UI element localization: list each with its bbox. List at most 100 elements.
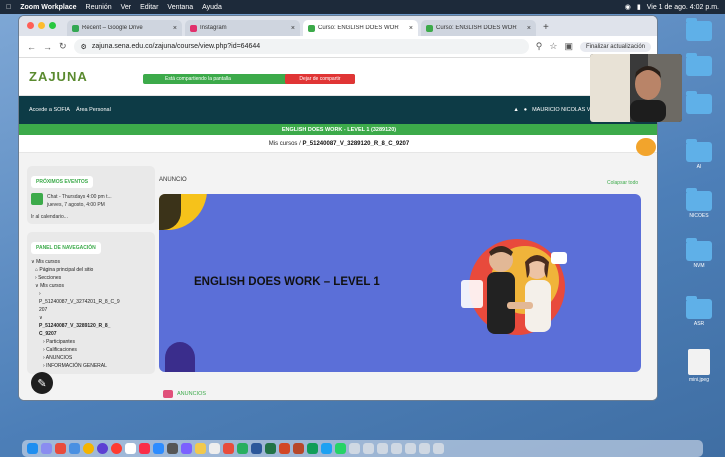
desktop-folder[interactable]: [684, 91, 714, 114]
desktop-folder[interactable]: [684, 53, 714, 76]
collapse-all-link[interactable]: Colapsar todo: [607, 180, 638, 186]
tab-google-drive[interactable]: Recent – Google Drive ×: [67, 20, 182, 36]
event-item[interactable]: Chat - Thursdays 4:00 pm t... jueves, 7 a…: [31, 193, 151, 209]
notes-icon[interactable]: [195, 443, 206, 454]
close-tab-icon[interactable]: ×: [291, 25, 295, 32]
nav-item-current-course[interactable]: P_51240087_V_3289120_R_8_: [39, 323, 110, 329]
app-icon[interactable]: [405, 443, 416, 454]
nav-link-sofia[interactable]: Accede a SOFIA: [29, 107, 70, 113]
site-info-icon[interactable]: ⚙: [81, 43, 87, 51]
nav-link-area-personal[interactable]: Área Personal: [76, 107, 111, 113]
app-icon[interactable]: [55, 443, 66, 454]
close-window-icon[interactable]: [27, 22, 34, 29]
acrobat-icon[interactable]: [279, 443, 290, 454]
app-icon[interactable]: [223, 443, 234, 454]
app-icon[interactable]: [167, 443, 178, 454]
announcement-icon: [163, 390, 173, 398]
desktop-folder-nvm[interactable]: NVM: [684, 238, 714, 269]
section-title[interactable]: ANUNCIO: [159, 177, 187, 183]
event-title[interactable]: Chat - Thursdays 4:00 pm t...: [47, 193, 112, 201]
desktop-folder-asr[interactable]: ASR: [684, 296, 714, 327]
update-button[interactable]: Finalizar actualización: [579, 41, 651, 52]
finder-icon[interactable]: [27, 443, 38, 454]
back-icon[interactable]: ←: [27, 42, 36, 52]
app-icon[interactable]: [321, 443, 332, 454]
menu-editar[interactable]: Editar: [140, 4, 158, 11]
desktop-folder-ai[interactable]: AI: [684, 139, 714, 170]
menubar-clock[interactable]: Vie 1 de ago. 4:02 p.m.: [647, 4, 719, 11]
nav-item[interactable]: Página principal del sitio: [39, 267, 93, 273]
nav-item[interactable]: 207: [39, 307, 47, 313]
opera-icon[interactable]: [111, 443, 122, 454]
breadcrumb-mis-cursos[interactable]: Mis cursos: [269, 141, 298, 147]
notifications-icon[interactable]: ▲: [513, 107, 518, 113]
app-icon[interactable]: [237, 443, 248, 454]
trash-icon[interactable]: [433, 443, 444, 454]
nav-item[interactable]: Secciones: [38, 275, 61, 281]
menu-ayuda[interactable]: Ayuda: [202, 4, 222, 11]
nav-item[interactable]: Mis cursos: [36, 259, 60, 265]
zoom-icon[interactable]: ⚲: [536, 41, 543, 52]
messages-icon[interactable]: ●: [524, 107, 527, 113]
nav-item[interactable]: INFORMACIÓN GENERAL: [46, 363, 107, 369]
maximize-window-icon[interactable]: [49, 22, 56, 29]
app-icon[interactable]: [363, 443, 374, 454]
nav-item[interactable]: Mis cursos: [40, 283, 64, 289]
participant-video-thumbnail[interactable]: [590, 54, 682, 122]
reload-icon[interactable]: ↻: [59, 41, 67, 52]
wifi-icon[interactable]: ◉: [625, 3, 631, 11]
battery-icon[interactable]: ▮: [637, 3, 641, 11]
edit-pencil-button[interactable]: ✎: [31, 372, 53, 394]
course-badge-icon[interactable]: [636, 138, 656, 156]
close-tab-icon[interactable]: ×: [409, 25, 413, 32]
excel-icon[interactable]: [265, 443, 276, 454]
forward-icon[interactable]: →: [43, 42, 52, 52]
app-icon[interactable]: [419, 443, 430, 454]
nav-item[interactable]: Participantes: [46, 339, 75, 345]
close-tab-icon[interactable]: ×: [527, 25, 531, 32]
app-icon[interactable]: [377, 443, 388, 454]
menu-reunion[interactable]: Reunión: [86, 4, 112, 11]
app-icon[interactable]: [209, 443, 220, 454]
breadcrumb-course[interactable]: P_51240087_V_3289120_R_8_C_9207: [302, 141, 409, 147]
calendar-link[interactable]: Ir al calendario...: [31, 214, 151, 220]
calendar-icon[interactable]: [125, 443, 136, 454]
folder-icon: [686, 91, 712, 114]
nav-item[interactable]: P_51240087_V_3274201_R_8_C_9: [39, 299, 120, 305]
stop-sharing-button[interactable]: Dejar de compartir: [285, 74, 355, 84]
word-icon[interactable]: [251, 443, 262, 454]
desktop-folder[interactable]: [684, 18, 714, 41]
menu-ventana[interactable]: Ventana: [167, 4, 193, 11]
app-icon[interactable]: [349, 443, 360, 454]
tab-instagram[interactable]: Instagram ×: [185, 20, 300, 36]
menubar-app-name[interactable]: Zoom Workplace: [20, 4, 76, 11]
apple-icon[interactable]: : [6, 4, 11, 11]
whatsapp-icon[interactable]: [335, 443, 346, 454]
music-icon[interactable]: [139, 443, 150, 454]
zoom-icon[interactable]: [153, 443, 164, 454]
desktop-file-mini[interactable]: mini.jpeg: [684, 349, 714, 383]
extensions-icon[interactable]: ▣: [564, 41, 573, 52]
launchpad-icon[interactable]: [41, 443, 52, 454]
announcements-section[interactable]: ANUNCIOS: [163, 390, 206, 398]
close-tab-icon[interactable]: ×: [173, 25, 177, 32]
onenote-icon[interactable]: [181, 443, 192, 454]
minimize-window-icon[interactable]: [38, 22, 45, 29]
chrome-icon[interactable]: [83, 443, 94, 454]
nav-item[interactable]: Calificaciones: [46, 347, 77, 353]
app-icon[interactable]: [97, 443, 108, 454]
app-icon[interactable]: [69, 443, 80, 454]
nav-item[interactable]: ANUNCIOS: [46, 355, 72, 361]
address-bar[interactable]: ⚙ zajuna.sena.edu.co/zajuna/course/view.…: [73, 39, 529, 54]
app-icon[interactable]: [307, 443, 318, 454]
site-logo[interactable]: ZAJUNA: [29, 69, 88, 84]
app-icon[interactable]: [391, 443, 402, 454]
folder-icon: [686, 296, 712, 319]
menu-ver[interactable]: Ver: [121, 4, 132, 11]
new-tab-button[interactable]: +: [543, 22, 549, 33]
powerpoint-icon[interactable]: [293, 443, 304, 454]
desktop-folder-nicoes[interactable]: NICOES: [684, 188, 714, 219]
tab-course[interactable]: Curso: ENGLISH DOES WOR ×: [421, 20, 536, 36]
tab-course-active[interactable]: Curso: ENGLISH DOES WOR ×: [303, 20, 418, 36]
bookmark-star-icon[interactable]: ☆: [549, 41, 557, 52]
